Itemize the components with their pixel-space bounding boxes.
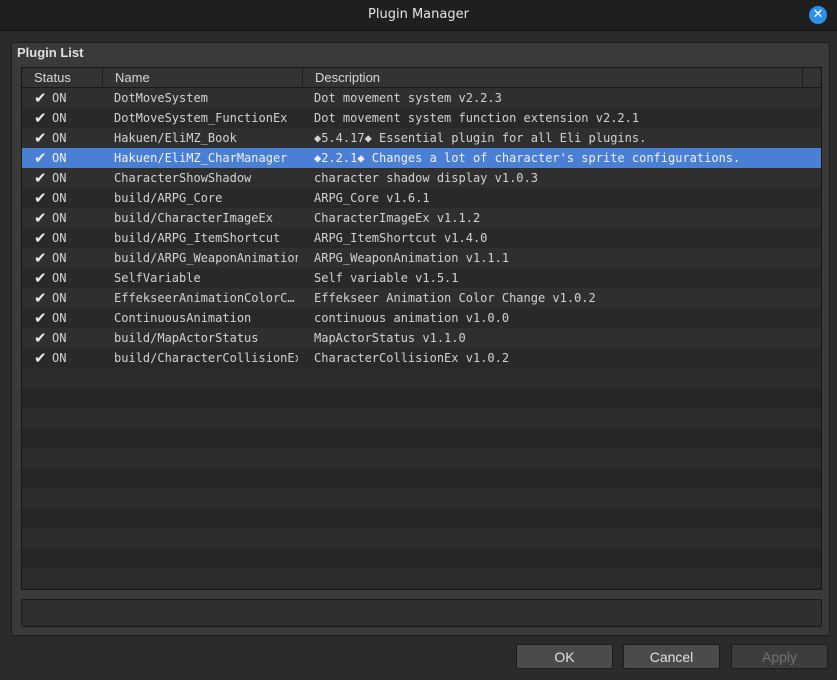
checkmark-icon[interactable]: ✔	[34, 128, 48, 148]
checkmark-icon[interactable]: ✔	[34, 308, 48, 328]
checkmark-icon[interactable]: ✔	[34, 228, 48, 248]
checkmark-icon[interactable]: ✔	[34, 288, 48, 308]
column-header-name[interactable]: Name	[103, 68, 303, 87]
plugin-status: ON	[52, 131, 67, 145]
help-text-area	[21, 599, 822, 627]
checkmark-icon[interactable]: ✔	[34, 328, 48, 348]
plugin-description: continuous animation v1.0.0	[314, 311, 510, 325]
plugin-status: ON	[52, 251, 67, 265]
checkmark-icon[interactable]: ✔	[34, 188, 48, 208]
checkmark-icon[interactable]: ✔	[34, 108, 48, 128]
checkmark-icon[interactable]: ✔	[34, 88, 48, 108]
empty-row[interactable]	[22, 488, 821, 508]
table-header: Status Name Description	[22, 68, 821, 88]
plugin-name: SelfVariable	[114, 271, 201, 285]
plugin-description: Dot movement system v2.2.3	[314, 91, 502, 105]
plugin-description: CharacterImageEx v1.1.2	[314, 211, 481, 225]
plugin-status: ON	[52, 211, 67, 225]
plugin-status: ON	[52, 271, 67, 285]
column-header-status[interactable]: Status	[22, 68, 103, 87]
column-header-spacer	[803, 68, 821, 87]
checkmark-icon[interactable]: ✔	[34, 248, 48, 268]
table-row[interactable]: ✔ ON EffekseerAnimationColorC… Effekseer An…	[22, 288, 821, 308]
plugin-name: Hakuen/EliMZ_CharManager	[114, 151, 288, 165]
plugin-description: MapActorStatus v1.1.0	[314, 331, 466, 345]
plugin-name: EffekseerAnimationColorC…	[114, 291, 295, 305]
checkmark-icon[interactable]: ✔	[34, 268, 48, 288]
empty-row[interactable]	[22, 508, 821, 528]
close-icon[interactable]: ✕	[809, 6, 827, 24]
plugin-status: ON	[52, 91, 67, 105]
empty-row[interactable]	[22, 528, 821, 548]
table-row[interactable]: ✔ ON ContinuousAnimation continuous animati…	[22, 308, 821, 328]
plugin-description: ARPG_ItemShortcut v1.4.0	[314, 231, 488, 245]
plugin-name: ContinuousAnimation	[114, 311, 252, 325]
plugin-name: build/ARPG_WeaponAnimation	[114, 251, 298, 265]
table-row[interactable]: ✔ ON build/MapActorStatus MapActorStatus v1…	[22, 328, 821, 348]
plugin-status: ON	[52, 111, 67, 125]
table-row[interactable]: ✔ ON DotMoveSystem Dot movement system v2.2…	[22, 88, 821, 108]
plugin-name: Hakuen/EliMZ_Book	[114, 131, 237, 145]
plugin-table[interactable]: Status Name Description ✔ ON DotMoveSystem…	[21, 67, 822, 590]
empty-row[interactable]	[22, 468, 821, 488]
checkmark-icon[interactable]: ✔	[34, 348, 48, 368]
table-row[interactable]: ✔ ON build/CharacterImageEx CharacterImageE…	[22, 208, 821, 228]
panel-label: Plugin List	[17, 45, 84, 60]
checkmark-icon[interactable]: ✔	[34, 168, 48, 188]
plugin-description: ARPG_WeaponAnimation v1.1.1	[314, 251, 510, 265]
table-row[interactable]: ✔ ON DotMoveSystem_FunctionEx Dot movement …	[22, 108, 821, 128]
column-header-description[interactable]: Description	[303, 68, 803, 87]
checkmark-icon[interactable]: ✔	[34, 148, 48, 168]
plugin-status: ON	[52, 311, 67, 325]
table-row[interactable]: ✔ ON build/ARPG_Core ARPG_Core v1.6.1	[22, 188, 821, 208]
plugin-name: CharacterShowShadow	[114, 171, 252, 185]
plugin-status: ON	[52, 291, 67, 305]
plugin-description: ◆5.4.17◆ Essential plugin for all Eli pl…	[314, 131, 647, 145]
plugin-description: CharacterCollisionEx v1.0.2	[314, 351, 510, 365]
empty-row[interactable]	[22, 568, 821, 588]
empty-row[interactable]	[22, 368, 821, 388]
plugin-description: Self variable v1.5.1	[314, 271, 459, 285]
plugin-name: build/ARPG_ItemShortcut	[114, 231, 281, 245]
window-title: Plugin Manager	[368, 7, 469, 22]
table-row[interactable]: ✔ ON build/ARPG_WeaponAnimation ARPG_Weapon…	[22, 248, 821, 268]
empty-row[interactable]	[22, 428, 821, 448]
table-row[interactable]: ✔ ON CharacterShowShadow character shadow d…	[22, 168, 821, 188]
apply-button[interactable]: Apply	[731, 644, 828, 669]
plugin-status: ON	[52, 151, 67, 165]
plugin-description: character shadow display v1.0.3	[314, 171, 538, 185]
cancel-button[interactable]: Cancel	[623, 644, 720, 669]
empty-row[interactable]	[22, 388, 821, 408]
plugin-status: ON	[52, 331, 67, 345]
table-row[interactable]: ✔ ON build/CharacterCollisionEx CharacterCo…	[22, 348, 821, 368]
checkmark-icon[interactable]: ✔	[34, 208, 48, 228]
plugin-name: build/ARPG_Core	[114, 191, 223, 205]
plugin-description: Dot movement system function extension v…	[314, 111, 640, 125]
table-row[interactable]: ✔ ON Hakuen/EliMZ_CharManager ◆2.2.1◆ Chang…	[22, 148, 821, 168]
plugin-description: ARPG_Core v1.6.1	[314, 191, 430, 205]
plugin-description: Effekseer Animation Color Change v1.0.2	[314, 291, 596, 305]
empty-row[interactable]	[22, 408, 821, 428]
title-bar: Plugin Manager ✕	[0, 0, 837, 31]
plugin-list-panel: Plugin List Status Name Description ✔ ON D…	[11, 42, 830, 636]
plugin-status: ON	[52, 171, 67, 185]
plugin-name: build/CharacterImageEx	[114, 211, 273, 225]
table-row[interactable]: ✔ ON build/ARPG_ItemShortcut ARPG_ItemShort…	[22, 228, 821, 248]
plugin-status: ON	[52, 231, 67, 245]
plugin-status: ON	[52, 191, 67, 205]
ok-button[interactable]: OK	[516, 644, 613, 669]
plugin-name: build/CharacterCollisionEx	[114, 351, 298, 365]
table-row[interactable]: ✔ ON SelfVariable Self variable v1.5.1	[22, 268, 821, 288]
plugin-status: ON	[52, 351, 67, 365]
empty-row[interactable]	[22, 548, 821, 568]
table-row[interactable]: ✔ ON Hakuen/EliMZ_Book ◆5.4.17◆ Essential p…	[22, 128, 821, 148]
plugin-name: build/MapActorStatus	[114, 331, 259, 345]
plugin-description: ◆2.2.1◆ Changes a lot of character's spr…	[314, 151, 741, 165]
empty-row[interactable]	[22, 448, 821, 468]
plugin-name: DotMoveSystem_FunctionEx	[114, 111, 288, 125]
plugin-name: DotMoveSystem	[114, 91, 208, 105]
table-body: ✔ ON DotMoveSystem Dot movement system v2.2…	[22, 88, 821, 588]
